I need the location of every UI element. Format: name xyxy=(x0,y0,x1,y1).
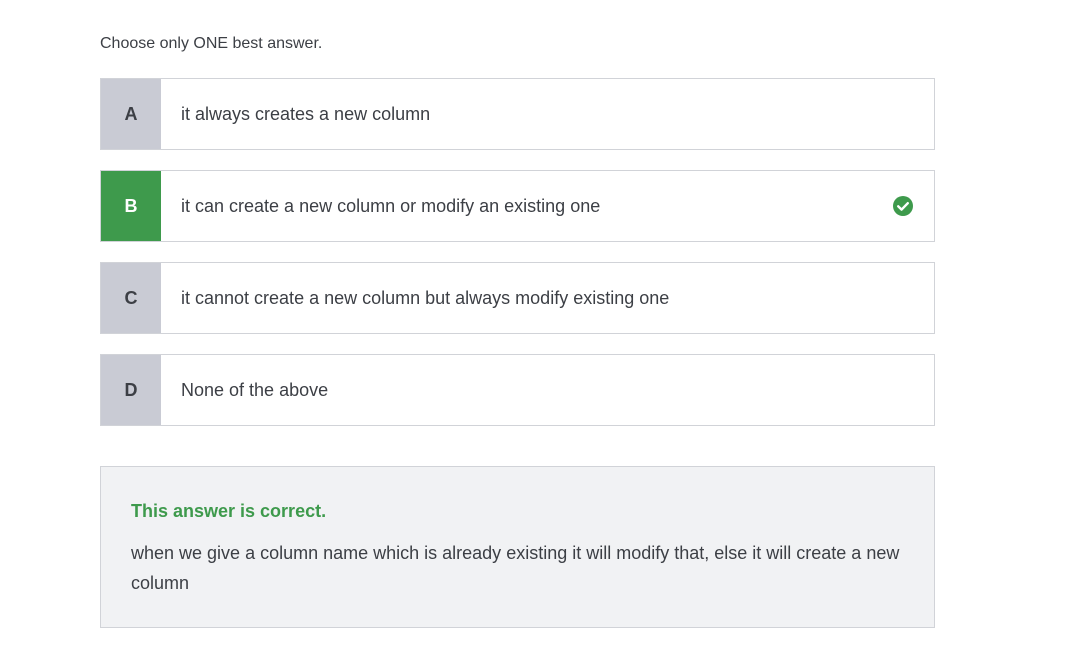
option-letter: A xyxy=(101,79,161,149)
option-d[interactable]: D None of the above xyxy=(100,354,935,426)
feedback-title: This answer is correct. xyxy=(131,501,327,521)
option-b[interactable]: B it can create a new column or modify a… xyxy=(100,170,935,242)
option-letter: C xyxy=(101,263,161,333)
instruction-text: Choose only ONE best answer. xyxy=(100,35,323,52)
answer-options: A it always creates a new column B it ca… xyxy=(100,78,935,446)
option-letter: D xyxy=(101,355,161,425)
check-circle-icon xyxy=(872,171,934,241)
option-letter: B xyxy=(101,171,161,241)
quiz-page: Choose only ONE best answer. A it always… xyxy=(0,0,1090,650)
feedback-explanation: when we give a column name which is alre… xyxy=(131,543,900,593)
option-text: None of the above xyxy=(181,379,329,400)
option-c[interactable]: C it cannot create a new column but alwa… xyxy=(100,262,935,334)
option-text: it cannot create a new column but always… xyxy=(181,287,670,308)
option-text: it can create a new column or modify an … xyxy=(181,195,601,216)
option-a[interactable]: A it always creates a new column xyxy=(100,78,935,150)
option-text: it always creates a new column xyxy=(181,103,431,124)
feedback-panel: This answer is correct. when we give a c… xyxy=(100,466,935,628)
